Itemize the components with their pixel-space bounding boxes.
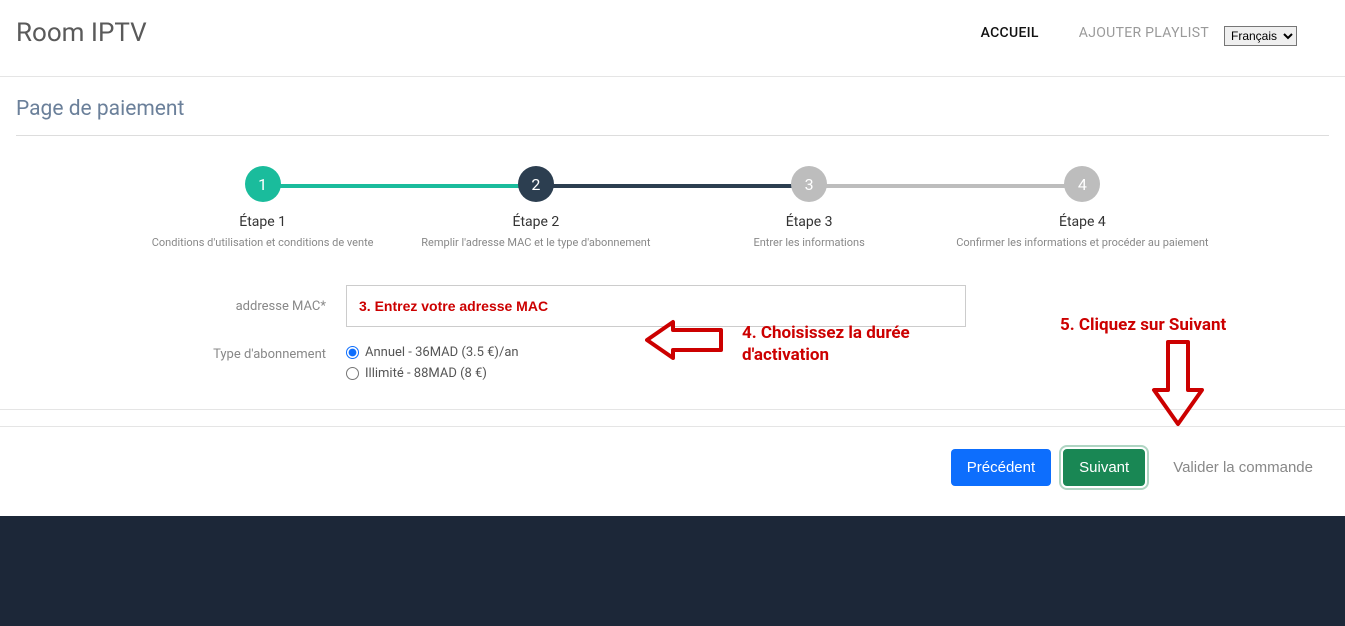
previous-button[interactable]: Précédent [951, 449, 1051, 486]
divider-top [0, 409, 1345, 410]
page-title: Page de paiement [16, 97, 1329, 136]
option-unlimited-label: Illimité - 88MAD (8 €) [365, 366, 487, 381]
step-2-circle: 2 [518, 166, 554, 202]
form: addresse MAC* Type d'abonnement Annuel -… [126, 285, 1219, 381]
step-line-1 [263, 184, 536, 188]
step-3-title: Étape 3 [673, 214, 946, 230]
button-row: Précédent Suivant Valider la commande [0, 449, 1345, 516]
nav-add-playlist[interactable]: AJOUTER PLAYLIST [1079, 25, 1209, 41]
subscription-row: Type d'abonnement Annuel - 36MAD (3.5 €)… [126, 345, 1219, 381]
stepper: 1 Étape 1 Conditions d'utilisation et co… [126, 166, 1219, 249]
brand-title: Room IPTV [16, 18, 147, 48]
main-container: Page de paiement 1 Étape 1 Conditions d'… [0, 77, 1345, 381]
subscription-options: Annuel - 36MAD (3.5 €)/an Illimité - 88M… [346, 345, 519, 381]
option-annual[interactable]: Annuel - 36MAD (3.5 €)/an [346, 345, 519, 360]
radio-annual[interactable] [346, 346, 359, 359]
step-2-desc: Remplir l'adresse MAC et le type d'abonn… [399, 236, 672, 249]
option-annual-label: Annuel - 36MAD (3.5 €)/an [365, 345, 519, 360]
nav-home[interactable]: ACCUEIL [981, 25, 1039, 41]
mac-row: addresse MAC* [126, 285, 1219, 327]
nav: ACCUEIL AJOUTER PLAYLIST [981, 25, 1209, 41]
step-line-3 [809, 184, 1082, 188]
mac-label: addresse MAC* [126, 299, 346, 314]
step-2-title: Étape 2 [399, 214, 672, 230]
next-button[interactable]: Suivant [1063, 449, 1145, 486]
header: Room IPTV ACCUEIL AJOUTER PLAYLIST [0, 0, 1345, 77]
option-unlimited[interactable]: Illimité - 88MAD (8 €) [346, 366, 519, 381]
step-4-desc: Confirmer les informations et procéder a… [946, 236, 1219, 249]
divider-bottom [0, 426, 1345, 427]
step-4-title: Étape 4 [946, 214, 1219, 230]
step-1-desc: Conditions d'utilisation et conditions d… [126, 236, 399, 249]
step-3-circle: 3 [791, 166, 827, 202]
step-3-desc: Entrer les informations [673, 236, 946, 249]
step-1: 1 Étape 1 Conditions d'utilisation et co… [126, 166, 399, 249]
step-2: 2 Étape 2 Remplir l'adresse MAC et le ty… [399, 166, 672, 249]
step-1-circle: 1 [245, 166, 281, 202]
language-select[interactable]: Français [1224, 26, 1297, 46]
step-4: 4 Étape 4 Confirmer les informations et … [946, 166, 1219, 249]
step-line-2 [536, 184, 809, 188]
step-3: 3 Étape 3 Entrer les informations [673, 166, 946, 249]
step-1-title: Étape 1 [126, 214, 399, 230]
footer [0, 516, 1345, 626]
validate-button[interactable]: Valider la commande [1157, 449, 1329, 486]
step-4-circle: 4 [1064, 166, 1100, 202]
radio-unlimited[interactable] [346, 367, 359, 380]
subscription-label: Type d'abonnement [126, 345, 346, 362]
mac-input[interactable] [346, 285, 966, 327]
